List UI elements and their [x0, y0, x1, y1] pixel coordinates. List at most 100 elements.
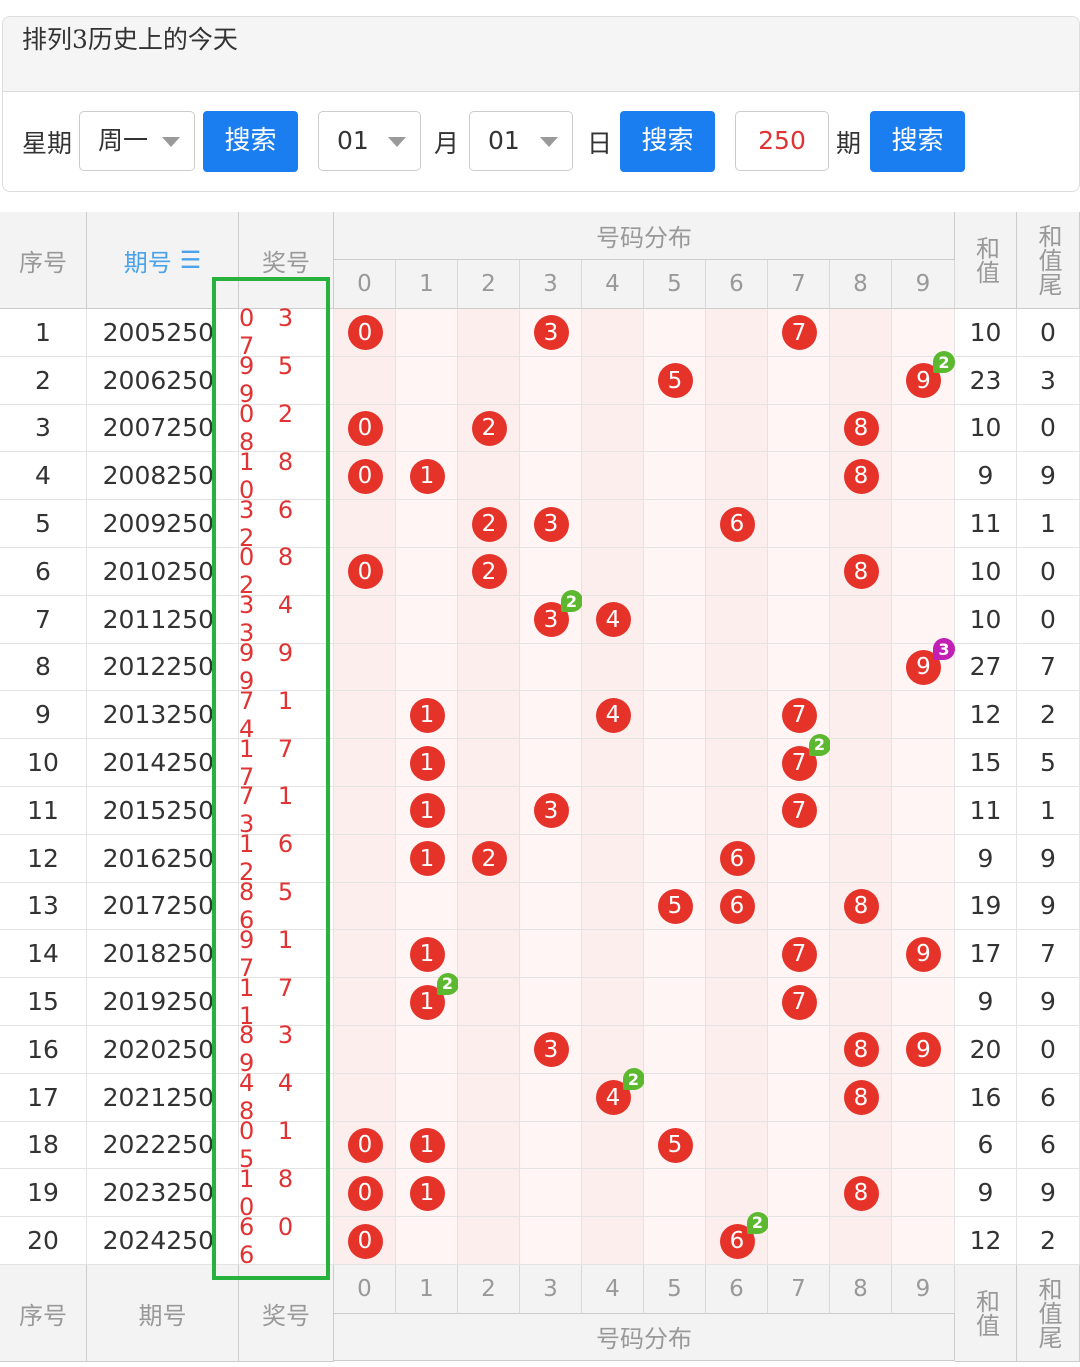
distribution-cell [706, 356, 768, 405]
table-row-sum-tail: 0 [1017, 595, 1080, 644]
row-index: 18 [27, 1130, 59, 1160]
distribution-cell [830, 1121, 892, 1170]
week-select[interactable]: 周一 [79, 111, 195, 171]
search-issue-button[interactable]: 搜索 [870, 111, 965, 172]
distribution-cell [706, 978, 768, 1026]
distribution-cell: 3 [520, 1026, 582, 1074]
distribution-cell [644, 309, 706, 357]
row-issue: 2009250 [102, 509, 214, 539]
search-week-button[interactable]: 搜索 [203, 111, 298, 172]
number-ball: 0 [347, 1127, 383, 1163]
number-ball: 0 [347, 1175, 383, 1211]
distribution-cell: 3 [520, 309, 582, 357]
number-ball: 0 [347, 315, 383, 351]
distribution-cell [644, 500, 706, 548]
sort-icon[interactable]: ☰ [180, 246, 202, 274]
row-sum-tail: 0 [1040, 1034, 1056, 1064]
distribution-cell [768, 643, 830, 692]
row-sum: 10 [969, 604, 1002, 634]
month-select[interactable]: 01 [318, 111, 421, 171]
distribution-cell [706, 1026, 768, 1074]
number-ball: 1 [409, 1175, 445, 1211]
distribution-cell [830, 500, 892, 548]
distribution-cell [830, 978, 892, 1026]
row-sum: 11 [969, 509, 1002, 539]
table-row-index: 14 [0, 930, 87, 979]
distribution-cell: 8 [830, 404, 892, 453]
distribution-cell [520, 978, 582, 1026]
distribution-cell [520, 1169, 582, 1218]
distribution-cell [582, 739, 644, 787]
distribution-cell [830, 739, 892, 787]
header-digit-1: 1 [396, 1265, 458, 1314]
distribution-cell: 8 [830, 1169, 892, 1218]
table-row-sum: 15 [955, 739, 1017, 787]
row-sum-tail: 2 [1040, 700, 1056, 730]
distribution-cell [892, 1073, 955, 1122]
header-issue[interactable]: 期号 ☰ [87, 212, 239, 309]
header-code-label: 奖号 [262, 1301, 310, 1330]
row-index: 2 [35, 365, 51, 395]
row-sum-tail: 3 [1040, 365, 1056, 395]
row-sum: 17 [969, 939, 1002, 969]
table-row-issue: 2017250 [87, 882, 239, 931]
header-digit-6: 6 [706, 260, 768, 309]
distribution-cell [582, 834, 644, 883]
table-row-sum: 10 [955, 548, 1017, 596]
search-date-button[interactable]: 搜索 [620, 111, 715, 172]
table-row-sum: 10 [955, 309, 1017, 357]
row-issue: 2006250 [102, 365, 214, 395]
number-ball: 5 [657, 1127, 693, 1163]
table-row-issue: 2020250 [87, 1026, 239, 1074]
table-row-sum: 12 [955, 1217, 1017, 1265]
distribution-cell: 32 [520, 590, 583, 644]
distribution-cell: 93 [892, 638, 955, 692]
row-sum-tail: 7 [1040, 939, 1056, 969]
number-ball: 7 [781, 315, 817, 351]
row-sum: 10 [969, 556, 1002, 586]
distribution-cell [768, 1073, 830, 1122]
row-index: 20 [27, 1226, 59, 1256]
distribution-cell [706, 691, 768, 740]
distribution-cell: 5 [644, 882, 706, 931]
distribution-cell: 8 [830, 452, 892, 501]
number-ball: 5 [657, 363, 693, 399]
digit-label: 8 [853, 271, 868, 297]
number-ball: 9 [906, 936, 941, 972]
distribution-cell: 3 [520, 500, 582, 548]
distribution-cell [520, 834, 582, 883]
distribution-cell [706, 930, 768, 979]
row-sum-tail: 2 [1040, 1226, 1056, 1256]
table-row-sum-tail: 9 [1017, 882, 1080, 931]
issue-input[interactable]: 250 [735, 111, 829, 171]
row-index: 16 [27, 1034, 59, 1064]
row-index: 12 [27, 843, 59, 873]
header-digit-7: 7 [768, 260, 830, 309]
distribution-cell [458, 930, 520, 979]
day-select[interactable]: 01 [469, 111, 573, 171]
table-row-sum: 16 [955, 1073, 1017, 1122]
header-issue[interactable]: 期号 [87, 1265, 239, 1362]
table-row-index: 9 [0, 691, 87, 740]
header-digit-1: 1 [396, 260, 458, 309]
table-row-code: 4 4 8 [239, 1069, 334, 1125]
header-sum: 和值 [955, 1265, 1017, 1362]
table-row-index: 11 [0, 787, 87, 835]
distribution-cell [892, 1169, 955, 1218]
distribution-cell [582, 1217, 644, 1265]
distribution-cell [768, 356, 830, 405]
number-ball: 8 [843, 1080, 879, 1116]
header-sum: 和值 [955, 212, 1017, 309]
distribution-cell [706, 595, 768, 644]
number-ball: 0 [347, 458, 383, 494]
distribution-cell: 4 [582, 691, 644, 740]
distribution-cell [644, 978, 706, 1026]
distribution-cell [334, 1026, 396, 1074]
distribution-cell [830, 356, 892, 405]
digit-label: 5 [667, 271, 682, 297]
distribution-cell: 3 [520, 787, 582, 835]
distribution-cell [768, 1026, 830, 1074]
table-row-sum-tail: 6 [1017, 1073, 1080, 1122]
distribution-cell: 1 [396, 691, 458, 740]
distribution-cell [892, 1217, 955, 1265]
